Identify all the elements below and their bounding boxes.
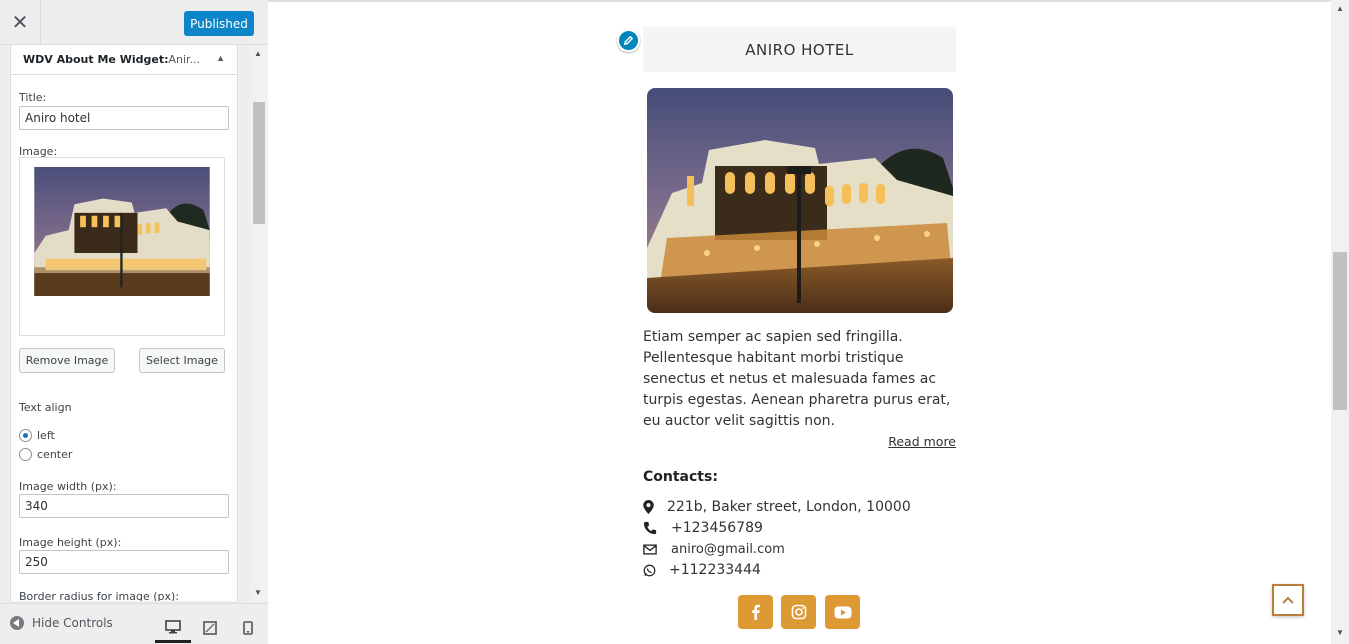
instagram-icon	[791, 604, 806, 620]
widget-header[interactable]: WDV About Me Widget: Anir... ▲	[11, 45, 237, 75]
contact-email: aniro@gmail.com	[643, 542, 785, 557]
chevron-up-icon	[1282, 596, 1294, 604]
contacts-heading: Contacts:	[643, 469, 718, 485]
radio-left[interactable]	[19, 429, 32, 442]
align-center-label: center	[37, 448, 73, 461]
contact-address: 221b, Baker street, London, 10000	[643, 499, 911, 515]
whatsapp-icon	[643, 564, 656, 576]
map-marker-icon	[643, 500, 654, 514]
widget-title: ANIRO HOTEL	[643, 27, 956, 72]
align-left-label: left	[37, 429, 55, 442]
image-preview-box	[19, 157, 225, 336]
select-image-button[interactable]: Select Image	[139, 348, 225, 373]
youtube-icon	[834, 606, 851, 618]
close-icon: ✕	[11, 12, 29, 34]
collapse-arrow-icon[interactable]: ▲	[216, 53, 225, 63]
collapse-left-icon	[10, 616, 24, 630]
image-height-label: Image height (px):	[19, 536, 122, 549]
tablet-icon	[203, 621, 217, 635]
close-customizer-button[interactable]: ✕	[0, 0, 41, 45]
widget-type-label: WDV About Me Widget:	[23, 53, 169, 66]
youtube-link[interactable]	[825, 595, 860, 629]
address-text: 221b, Baker street, London, 10000	[667, 499, 911, 515]
mobile-preview-button[interactable]	[230, 613, 266, 643]
tablet-preview-button[interactable]	[192, 613, 228, 643]
sidebar-scrollbar[interactable]: ▲ ▼	[250, 45, 268, 601]
phone-text: +123456789	[671, 520, 763, 536]
hide-controls-button[interactable]: Hide Controls	[10, 616, 113, 630]
border-radius-label: Border radius for image (px):	[19, 590, 180, 601]
text-align-label: Text align	[19, 401, 72, 414]
image-thumbnail	[34, 167, 210, 296]
contact-whatsapp: +112233444	[643, 562, 761, 578]
customizer-footer: Hide Controls	[0, 603, 268, 644]
remove-image-button[interactable]: Remove Image	[19, 348, 115, 373]
image-width-label: Image width (px):	[19, 480, 117, 493]
image-width-input[interactable]: 340	[19, 494, 229, 518]
edit-widget-button[interactable]	[617, 29, 640, 52]
contact-phone: +123456789	[643, 520, 763, 536]
desktop-preview-button[interactable]	[155, 613, 191, 643]
desktop-icon	[165, 619, 181, 633]
preview-scroll-thumb[interactable]	[1333, 252, 1347, 410]
instagram-link[interactable]	[781, 595, 816, 629]
customizer-header: ✕ Published	[0, 0, 268, 45]
title-input[interactable]: Aniro hotel	[19, 106, 229, 130]
customizer-sidebar: ✕ Published WDV About Me Widget: Anir...…	[0, 0, 268, 644]
title-label: Title:	[19, 91, 47, 104]
image-height-input[interactable]: 250	[19, 550, 229, 574]
widget-settings-panel: WDV About Me Widget: Anir... ▲ Title: An…	[10, 45, 238, 601]
hotel-photo	[647, 88, 953, 313]
email-text: aniro@gmail.com	[671, 542, 785, 557]
widget-title-label: Anir...	[168, 53, 201, 66]
mobile-icon	[243, 621, 253, 635]
preview-scrollbar[interactable]: ▲ ▼	[1331, 0, 1349, 644]
hide-controls-label: Hide Controls	[32, 616, 113, 630]
align-left-option[interactable]: left	[19, 429, 55, 442]
preview-scroll-down-icon[interactable]: ▼	[1336, 628, 1344, 637]
publish-button[interactable]: Published	[184, 11, 254, 36]
scroll-up-icon[interactable]: ▲	[254, 49, 262, 58]
facebook-link[interactable]	[738, 595, 773, 629]
whatsapp-text: +112233444	[669, 562, 761, 578]
phone-icon	[643, 521, 657, 535]
sidebar-scroll-thumb[interactable]	[253, 102, 265, 224]
preview-scroll-up-icon[interactable]: ▲	[1336, 4, 1344, 13]
about-text: Etiam semper ac sapien sed fringilla. Pe…	[643, 329, 951, 429]
envelope-icon	[643, 544, 657, 555]
radio-center[interactable]	[19, 448, 32, 461]
read-more-link[interactable]: Read more	[880, 434, 956, 449]
facebook-icon	[752, 604, 760, 620]
back-to-top-button[interactable]	[1272, 584, 1304, 616]
pencil-icon	[623, 35, 634, 46]
align-center-option[interactable]: center	[19, 448, 72, 461]
scroll-down-icon[interactable]: ▼	[254, 588, 262, 597]
